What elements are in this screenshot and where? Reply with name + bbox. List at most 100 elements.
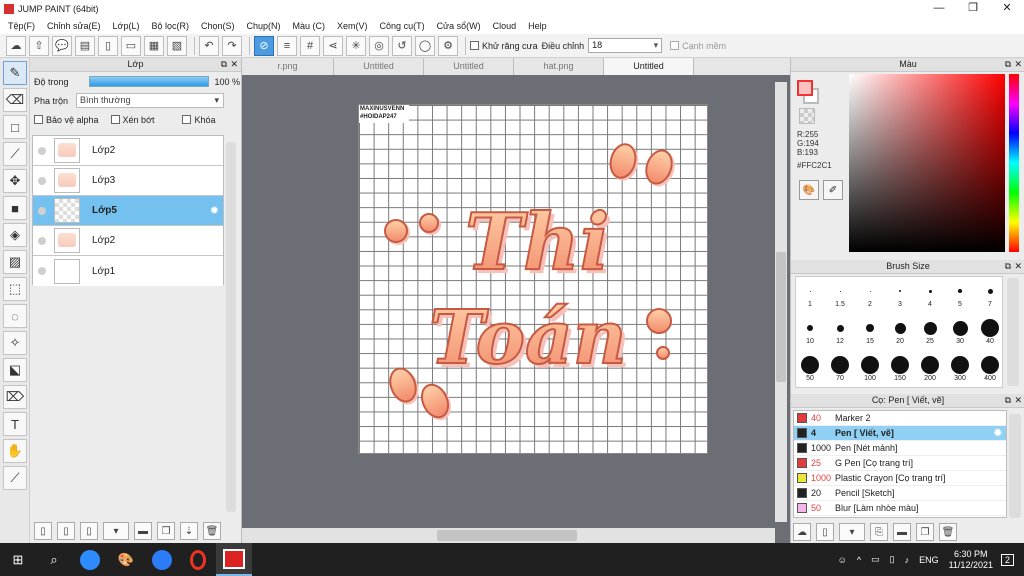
color-palette-icon[interactable]: 🎨 <box>799 180 819 200</box>
new-folder-icon[interactable]: ▬ <box>134 522 152 540</box>
vertical-scrollbar[interactable] <box>775 82 787 522</box>
battery-icon[interactable]: ▯ <box>890 554 895 565</box>
brush-duplicate-icon[interactable]: ❐ <box>916 523 934 541</box>
visibility-icon[interactable] <box>38 236 46 245</box>
brush-size-option[interactable]: 100 <box>855 355 885 382</box>
new-layer-1bit-icon[interactable]: ▯ <box>80 522 98 540</box>
panel-close-icon[interactable]: ✕ <box>1014 394 1022 407</box>
color-picker-icon[interactable]: ✐ <box>823 180 843 200</box>
rectangle-tool-icon[interactable]: □ <box>3 115 27 139</box>
brush-delete-icon[interactable]: 🗑 <box>939 523 957 541</box>
brush-size-option[interactable]: 200 <box>915 355 945 382</box>
add-layer-menu-icon[interactable]: ▾ <box>103 522 129 540</box>
clock[interactable]: 6:30 PM 11/12/2021 <box>949 549 993 571</box>
drawing-canvas[interactable]: Thi Thi Toán Toán MAXINUSVENN #HOIDAP247 <box>358 104 708 454</box>
brush-size-option[interactable]: 25 <box>915 318 945 345</box>
layer-item[interactable]: Lớp2 <box>33 226 223 256</box>
brush-tool-icon[interactable]: ✎ <box>3 61 27 85</box>
protect-alpha-checkbox[interactable] <box>34 115 43 124</box>
layer-settings-icon[interactable]: ✹ <box>210 204 219 217</box>
document-icon[interactable]: ▭ <box>121 35 141 56</box>
brush-item[interactable]: 50 Blur [Làm nhòe màu] <box>794 501 1006 516</box>
brush-size-option[interactable]: 2 <box>855 281 885 308</box>
snap-perspective-icon[interactable]: ⋖ <box>323 35 343 56</box>
line-tool-icon[interactable]: ⟋ <box>3 142 27 166</box>
menu-filter[interactable]: Bộ lọc(R) <box>145 21 195 31</box>
new-layer-icon[interactable]: ▯ <box>34 522 52 540</box>
menu-edit[interactable]: Chỉnh sửa(E) <box>41 21 107 31</box>
snap-circle-icon[interactable]: ◎ <box>369 35 389 56</box>
brush-size-option[interactable]: 150 <box>885 355 915 382</box>
opacity-slider[interactable] <box>88 76 209 87</box>
tab-document[interactable]: Untitled <box>334 58 424 75</box>
tab-document[interactable]: Untitled <box>424 58 514 75</box>
move-tool-icon[interactable]: ✥ <box>3 169 27 193</box>
volume-icon[interactable]: ♪ <box>905 555 910 565</box>
visibility-icon[interactable] <box>38 176 46 185</box>
text-tool-icon[interactable]: T <box>3 412 27 436</box>
brush-size-option[interactable]: 300 <box>945 355 975 382</box>
notification-icon[interactable]: 2 <box>1000 553 1014 566</box>
select-rect-icon[interactable]: ⬚ <box>3 277 27 301</box>
adjust-select[interactable]: 18 <box>588 38 663 53</box>
brush-size-option[interactable]: 20 <box>885 318 915 345</box>
brush-settings-icon[interactable]: ✹ <box>994 428 1002 439</box>
hue-slider[interactable] <box>1009 74 1019 252</box>
menu-capture[interactable]: Chụp(N) <box>241 21 287 31</box>
brush-list-scrollbar[interactable] <box>1009 414 1021 518</box>
tray-chevron-icon[interactable]: ^ <box>857 555 861 565</box>
brush-menu-icon[interactable]: ▾ <box>839 523 865 541</box>
export-icon[interactable]: ⇧ <box>29 35 49 56</box>
brush-copy-icon[interactable]: ⎘ <box>870 523 888 541</box>
panel-popout-icon[interactable]: ⧉ <box>221 58 227 71</box>
gradient-tool-icon[interactable]: ▨ <box>3 250 27 274</box>
brush-item[interactable]: 1000 Pen [Nét mảnh] <box>794 441 1006 456</box>
brush-size-option[interactable]: 12 <box>825 318 855 345</box>
tab-document[interactable]: r.png <box>242 58 334 75</box>
brush-size-option[interactable]: 70 <box>825 355 855 382</box>
brush-size-option[interactable]: 15 <box>855 318 885 345</box>
lasso-tool-icon[interactable]: ◌ <box>3 304 27 328</box>
brush-item[interactable]: 40 Marker 2 <box>794 411 1006 426</box>
brush-item[interactable]: 25 G Pen [Cọ trang trí] <box>794 456 1006 471</box>
visibility-icon[interactable] <box>38 267 46 275</box>
merge-layer-icon[interactable]: ⇣ <box>180 522 198 540</box>
scroll-thumb[interactable] <box>437 530 577 541</box>
brush-size-option[interactable]: 50 <box>795 355 825 382</box>
brush-item-active[interactable]: 4 Pen [ Viết, vẽ] ✹ <box>794 426 1006 441</box>
horizontal-scrollbar[interactable] <box>242 528 775 543</box>
brush-size-option[interactable]: 1 <box>795 281 825 308</box>
lock-checkbox[interactable] <box>182 115 192 124</box>
new-layer-8bit-icon[interactable]: ▯ <box>57 522 75 540</box>
paint-app-icon[interactable]: 🎨 <box>108 543 144 576</box>
people-icon[interactable]: ☺ <box>838 555 847 565</box>
brush-size-scrollbar[interactable] <box>1007 278 1019 386</box>
panel-popout-icon[interactable]: ⧉ <box>1005 260 1011 273</box>
snap-settings-icon[interactable]: ⚙ <box>438 35 458 56</box>
select-pen-icon[interactable]: ⬕ <box>3 358 27 382</box>
menu-help[interactable]: Help <box>522 21 553 31</box>
layer-item[interactable]: Lớp1 <box>33 256 223 286</box>
panel-popout-icon[interactable]: ⧉ <box>1005 58 1011 71</box>
language-indicator[interactable]: ENG <box>919 555 939 565</box>
zalo-app-icon[interactable] <box>144 543 180 576</box>
clip-checkbox[interactable] <box>110 115 120 124</box>
brush-item[interactable]: 1000 Plastic Crayon [Cọ trang trí] <box>794 471 1006 486</box>
hand-tool-icon[interactable]: ✋ <box>3 439 27 463</box>
brush-size-option[interactable]: 4 <box>915 281 945 308</box>
brush-size-option[interactable]: 1.5 <box>825 281 855 308</box>
layer-item[interactable]: Lớp2 <box>33 136 223 166</box>
new-brush-icon[interactable]: ▯ <box>816 523 834 541</box>
panel-close-icon[interactable]: ✕ <box>1014 58 1022 71</box>
menu-file[interactable]: Tệp(F) <box>2 21 41 31</box>
menu-window[interactable]: Cửa sổ(W) <box>431 21 487 31</box>
menu-cloud[interactable]: Cloud <box>487 21 523 31</box>
delete-layer-icon[interactable]: 🗑 <box>203 522 221 540</box>
search-icon[interactable]: ⌕ <box>36 543 72 576</box>
visibility-icon[interactable] <box>38 146 46 155</box>
panel-close-icon[interactable]: ✕ <box>1014 260 1022 273</box>
minimize-button[interactable]: — <box>922 0 956 17</box>
layer-item[interactable]: Lớp3 <box>33 166 223 196</box>
windows-start-icon[interactable]: ⊞ <box>0 543 36 576</box>
brush-size-option[interactable]: 40 <box>975 318 1005 345</box>
